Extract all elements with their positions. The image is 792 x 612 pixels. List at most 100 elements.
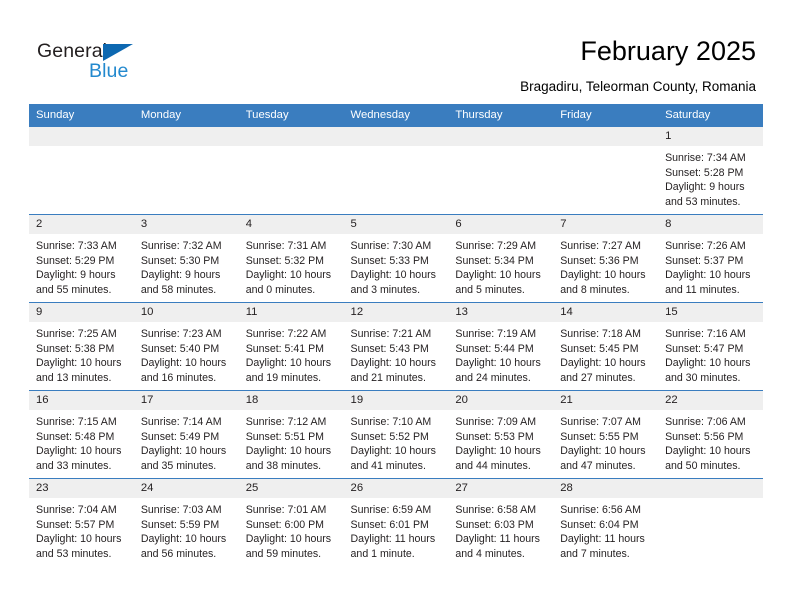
daylight-text: Daylight: 10 hours and 53 minutes. bbox=[36, 533, 122, 560]
day-number: 17 bbox=[133, 391, 239, 410]
day-details: Sunrise: 6:58 AM Sunset: 6:03 PM Daylight:… bbox=[448, 498, 553, 561]
sunrise-text: Sunrise: 6:58 AM bbox=[455, 504, 537, 516]
day-details: Sunrise: 7:25 AM Sunset: 5:38 PM Daylight:… bbox=[29, 322, 134, 385]
daylight-text: Daylight: 10 hours and 27 minutes. bbox=[560, 357, 646, 384]
day-details: Sunrise: 7:19 AM Sunset: 5:44 PM Daylight:… bbox=[448, 322, 553, 385]
day-details: Sunrise: 7:09 AM Sunset: 5:53 PM Daylight:… bbox=[448, 410, 553, 473]
calendar-day-cell-empty bbox=[343, 126, 449, 215]
calendar-day-cell[interactable]: 5 Sunrise: 7:30 AM Sunset: 5:33 PM Daylight… bbox=[343, 214, 449, 303]
sunset-text: Sunset: 5:34 PM bbox=[455, 254, 534, 267]
daylight-text: Daylight: 10 hours and 5 minutes. bbox=[455, 269, 541, 296]
daylight-text: Daylight: 10 hours and 33 minutes. bbox=[36, 445, 122, 472]
sunset-text: Sunset: 6:04 PM bbox=[560, 518, 639, 531]
calendar-day-cell[interactable]: 18 Sunrise: 7:12 AM Sunset: 5:51 PM Dayligh… bbox=[238, 390, 344, 479]
calendar-day-cell[interactable]: 24 Sunrise: 7:03 AM Sunset: 5:59 PM Dayligh… bbox=[133, 478, 239, 567]
sunset-text: Sunset: 5:37 PM bbox=[665, 254, 744, 267]
daylight-text: Daylight: 10 hours and 0 minutes. bbox=[245, 269, 332, 296]
calendar-day-cell[interactable]: 6 Sunrise: 7:29 AM Sunset: 5:34 PM Daylight… bbox=[448, 214, 554, 303]
calendar-week-row: 23 Sunrise: 7:04 AM Sunset: 5:57 PM Dayligh… bbox=[29, 478, 763, 567]
sunset-text: Sunset: 5:28 PM bbox=[665, 166, 744, 179]
day-number bbox=[133, 127, 239, 146]
day-details: Sunrise: 7:10 AM Sunset: 5:52 PM Daylight:… bbox=[344, 410, 449, 473]
calendar-day-cell[interactable]: 7 Sunrise: 7:27 AM Sunset: 5:36 PM Daylight… bbox=[553, 214, 659, 303]
calendar-day-cell[interactable]: 12 Sunrise: 7:21 AM Sunset: 5:43 PM Dayligh… bbox=[343, 302, 449, 391]
sunrise-text: Sunrise: 6:59 AM bbox=[350, 504, 432, 516]
calendar-day-cell[interactable]: 8 Sunrise: 7:26 AM Sunset: 5:37 PM Daylight… bbox=[658, 214, 763, 303]
calendar-day-cell[interactable]: 22 Sunrise: 7:06 AM Sunset: 5:56 PM Dayligh… bbox=[658, 390, 763, 479]
calendar-day-cell[interactable]: 10 Sunrise: 7:23 AM Sunset: 5:40 PM Dayligh… bbox=[133, 302, 239, 391]
day-number: 1 bbox=[658, 127, 763, 146]
sunset-text: Sunset: 5:30 PM bbox=[140, 254, 220, 267]
day-number bbox=[238, 127, 344, 146]
calendar-day-cell[interactable]: 16 Sunrise: 7:15 AM Sunset: 5:48 PM Dayligh… bbox=[29, 390, 134, 479]
weekday-header-wednesday: Wednesday bbox=[343, 104, 449, 127]
sunset-text: Sunset: 5:36 PM bbox=[560, 254, 639, 267]
calendar-day-cell[interactable]: 27 Sunrise: 6:58 AM Sunset: 6:03 PM Dayligh… bbox=[448, 478, 554, 567]
weekday-header-monday: Monday bbox=[133, 104, 239, 127]
calendar-week-row: 9 Sunrise: 7:25 AM Sunset: 5:38 PM Daylight… bbox=[29, 302, 763, 391]
day-number: 3 bbox=[133, 215, 239, 234]
calendar-day-cell[interactable]: 20 Sunrise: 7:09 AM Sunset: 5:53 PM Dayligh… bbox=[448, 390, 554, 479]
calendar-day-cell[interactable]: 3 Sunrise: 7:32 AM Sunset: 5:30 PM Daylight… bbox=[133, 214, 239, 303]
calendar-day-cell[interactable]: 2 Sunrise: 7:33 AM Sunset: 5:29 PM Daylight… bbox=[29, 214, 134, 303]
sunrise-text: Sunrise: 7:16 AM bbox=[665, 328, 746, 340]
calendar-week-row: 2 Sunrise: 7:33 AM Sunset: 5:29 PM Daylight… bbox=[29, 214, 763, 303]
day-number: 11 bbox=[238, 303, 344, 322]
calendar-day-cell-empty bbox=[448, 126, 554, 215]
sunrise-text: Sunrise: 7:18 AM bbox=[560, 328, 641, 340]
calendar-day-cell[interactable]: 25 Sunrise: 7:01 AM Sunset: 6:00 PM Dayligh… bbox=[238, 478, 344, 567]
day-number: 9 bbox=[29, 303, 134, 322]
daylight-text: Daylight: 9 hours and 55 minutes. bbox=[36, 269, 116, 296]
sunrise-text: Sunrise: 7:30 AM bbox=[350, 240, 432, 252]
day-number: 22 bbox=[658, 391, 763, 410]
day-number: 20 bbox=[448, 391, 554, 410]
calendar-day-cell[interactable]: 9 Sunrise: 7:25 AM Sunset: 5:38 PM Daylight… bbox=[29, 302, 134, 391]
sunrise-text: Sunrise: 7:25 AM bbox=[36, 328, 117, 340]
day-details: Sunrise: 7:12 AM Sunset: 5:51 PM Daylight:… bbox=[239, 410, 344, 473]
calendar-day-cell[interactable]: 1 Sunrise: 7:34 AM Sunset: 5:28 PM Daylight… bbox=[658, 126, 763, 215]
day-details: Sunrise: 7:03 AM Sunset: 5:59 PM Daylight:… bbox=[134, 498, 239, 561]
sunset-text: Sunset: 5:41 PM bbox=[245, 342, 325, 355]
day-number: 15 bbox=[658, 303, 763, 322]
calendar-day-cell[interactable]: 26 Sunrise: 6:59 AM Sunset: 6:01 PM Dayligh… bbox=[343, 478, 449, 567]
daylight-text: Daylight: 10 hours and 24 minutes. bbox=[455, 357, 541, 384]
daylight-text: Daylight: 10 hours and 44 minutes. bbox=[455, 445, 541, 472]
sunset-text: Sunset: 5:57 PM bbox=[36, 518, 115, 531]
sunrise-text: Sunrise: 7:21 AM bbox=[350, 328, 432, 340]
day-number: 27 bbox=[448, 479, 554, 498]
day-details: Sunrise: 6:59 AM Sunset: 6:01 PM Daylight:… bbox=[344, 498, 449, 561]
calendar-day-cell[interactable]: 13 Sunrise: 7:19 AM Sunset: 5:44 PM Dayligh… bbox=[448, 302, 554, 391]
general-blue-logo[interactable]: General Blue bbox=[37, 40, 152, 88]
calendar-day-cell[interactable]: 14 Sunrise: 7:18 AM Sunset: 5:45 PM Dayligh… bbox=[553, 302, 659, 391]
calendar-day-cell-empty bbox=[29, 126, 134, 215]
day-number bbox=[553, 127, 659, 146]
daylight-text: Daylight: 10 hours and 38 minutes. bbox=[245, 445, 332, 472]
sunset-text: Sunset: 5:44 PM bbox=[455, 342, 534, 355]
calendar-day-cell[interactable]: 15 Sunrise: 7:16 AM Sunset: 5:47 PM Dayligh… bbox=[658, 302, 763, 391]
calendar-day-cell[interactable]: 4 Sunrise: 7:31 AM Sunset: 5:32 PM Daylight… bbox=[238, 214, 344, 303]
sunrise-sunset-calendar: Sunday Monday Tuesday Wednesday Thursday… bbox=[29, 104, 763, 567]
calendar-day-cell[interactable]: 21 Sunrise: 7:07 AM Sunset: 5:55 PM Dayligh… bbox=[553, 390, 659, 479]
sunrise-text: Sunrise: 7:09 AM bbox=[455, 416, 537, 428]
daylight-text: Daylight: 10 hours and 50 minutes. bbox=[665, 445, 751, 472]
daylight-text: Daylight: 11 hours and 4 minutes. bbox=[455, 533, 540, 560]
daylight-text: Daylight: 9 hours and 53 minutes. bbox=[665, 181, 745, 208]
sunset-text: Sunset: 5:56 PM bbox=[665, 430, 744, 443]
daylight-text: Daylight: 11 hours and 7 minutes. bbox=[560, 533, 645, 560]
calendar-day-cell[interactable]: 28 Sunrise: 6:56 AM Sunset: 6:04 PM Dayligh… bbox=[553, 478, 659, 567]
day-number: 21 bbox=[553, 391, 659, 410]
day-details: Sunrise: 7:16 AM Sunset: 5:47 PM Daylight:… bbox=[658, 322, 763, 385]
sunrise-text: Sunrise: 6:56 AM bbox=[560, 504, 641, 516]
sunrise-text: Sunrise: 7:19 AM bbox=[455, 328, 537, 340]
sunrise-text: Sunrise: 7:26 AM bbox=[665, 240, 746, 252]
calendar-day-cell[interactable]: 23 Sunrise: 7:04 AM Sunset: 5:57 PM Dayligh… bbox=[29, 478, 134, 567]
day-number: 2 bbox=[29, 215, 134, 234]
day-number: 24 bbox=[133, 479, 239, 498]
day-number: 6 bbox=[448, 215, 554, 234]
weekday-header-saturday: Saturday bbox=[658, 104, 763, 127]
weekday-header-tuesday: Tuesday bbox=[238, 104, 344, 127]
calendar-day-cell[interactable]: 17 Sunrise: 7:14 AM Sunset: 5:49 PM Dayligh… bbox=[133, 390, 239, 479]
calendar-day-cell-empty bbox=[658, 478, 763, 567]
calendar-day-cell[interactable]: 19 Sunrise: 7:10 AM Sunset: 5:52 PM Dayligh… bbox=[343, 390, 449, 479]
calendar-day-cell[interactable]: 11 Sunrise: 7:22 AM Sunset: 5:41 PM Dayligh… bbox=[238, 302, 344, 391]
